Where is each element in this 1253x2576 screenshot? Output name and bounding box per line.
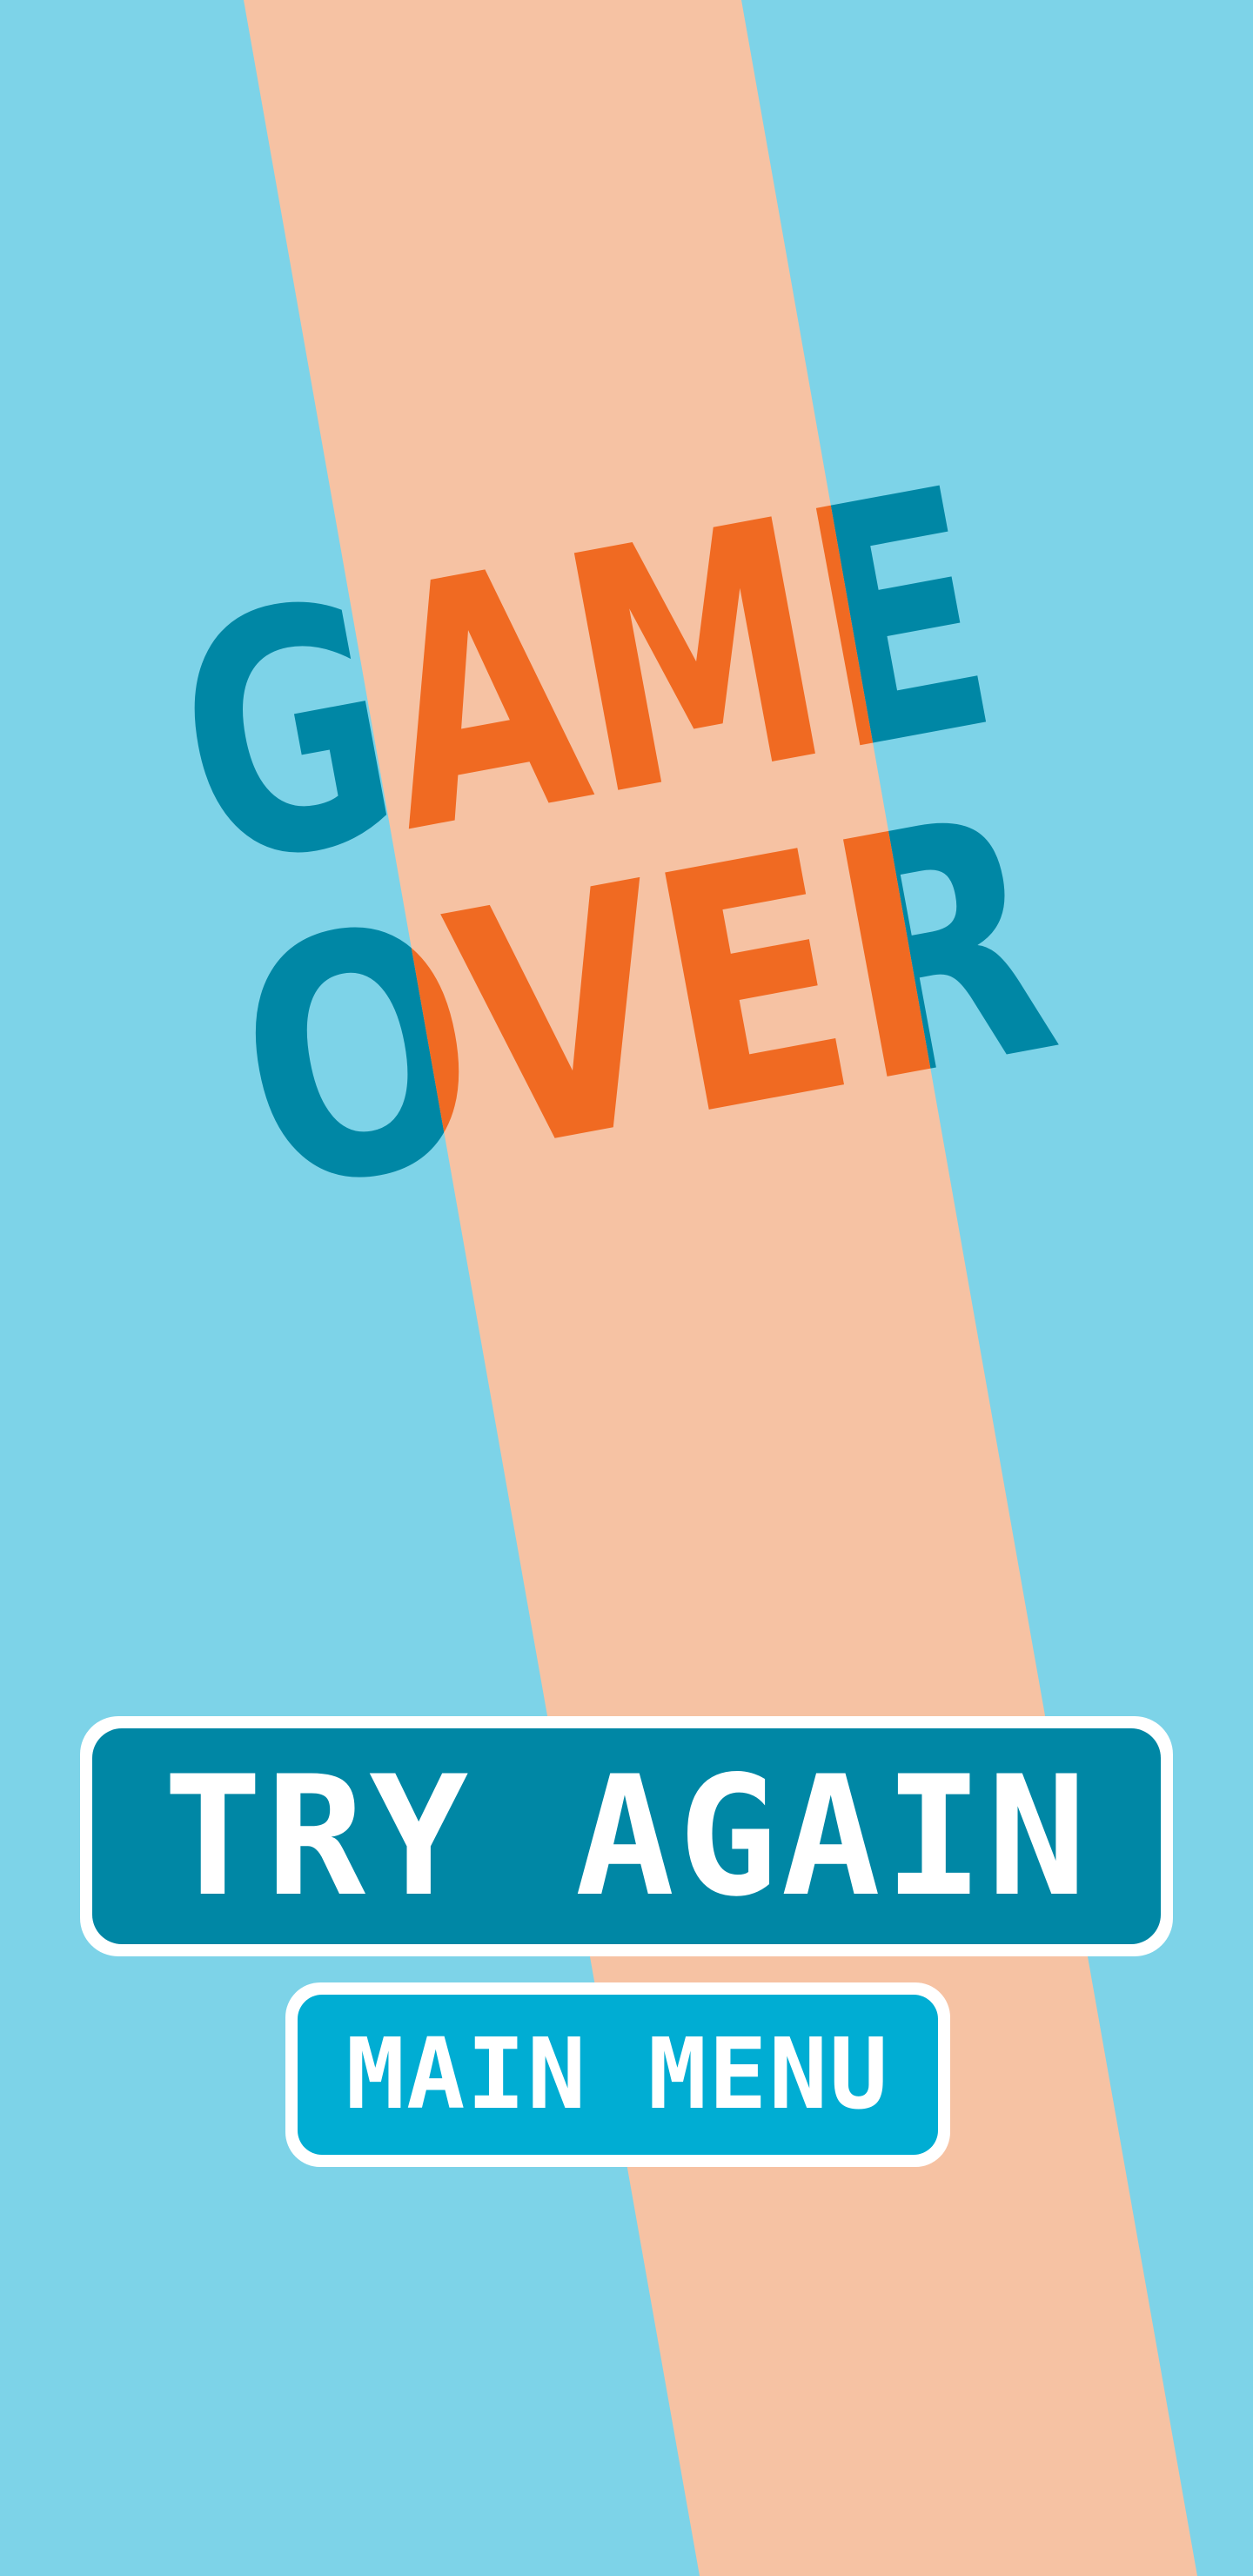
- main-menu-button-label: MAIN MENU: [298, 1995, 938, 2155]
- game-over-screen: GAME OVER GAME OVER TRY AGAIN MAIN MENU: [0, 0, 1253, 2576]
- try-again-button-label: TRY AGAIN: [92, 1728, 1161, 1944]
- main-menu-button[interactable]: MAIN MENU: [285, 1982, 950, 2167]
- game-over-title: GAME OVER GAME OVER: [152, 417, 1078, 1269]
- try-again-button[interactable]: TRY AGAIN: [80, 1716, 1173, 1956]
